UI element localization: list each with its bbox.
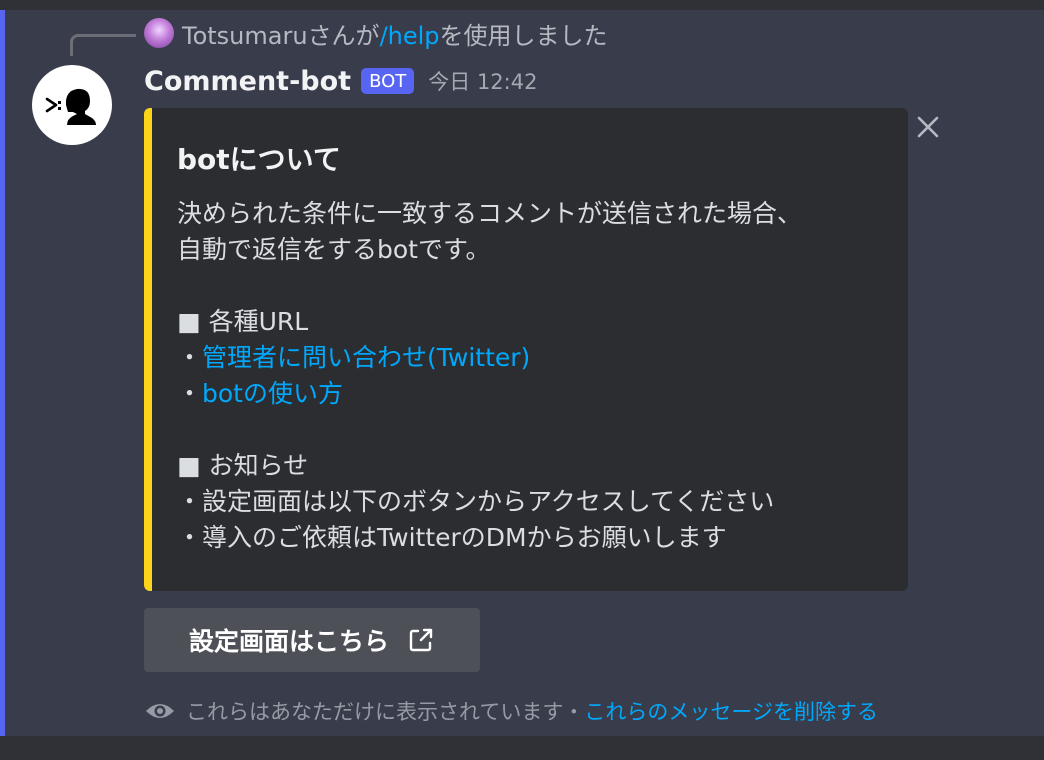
usage-guide-link[interactable]: botの使い方 [202, 379, 343, 408]
urls-header: ■ 各種URL [177, 307, 309, 336]
top-divider [0, 0, 1044, 10]
eye-icon [146, 704, 174, 718]
speaking-head-icon [45, 88, 96, 125]
notice-line: ・導入のご依頼はTwitterのDMからお願いします [177, 523, 727, 552]
reply-user-avatar[interactable] [144, 18, 174, 48]
reply-text-after: を使用しました [439, 21, 608, 50]
ephemeral-text: これらはあなただけに表示されています・ [186, 700, 585, 724]
ephemeral-notice: これらはあなただけに表示されています・これらのメッセージを削除する [144, 696, 878, 726]
reply-text-before: さんが [307, 21, 380, 50]
description-line: 決められた条件に一致するコメントが送信された場合、 [177, 199, 803, 228]
bullet: ・ [177, 343, 203, 372]
link-line-contact: ・管理者に問い合わせ(Twitter) [177, 340, 893, 376]
settings-link-button[interactable]: 設定画面はこちら [144, 608, 480, 672]
embed: botについて 決められた条件に一致するコメントが送信された場合、 自動で返信を… [144, 108, 908, 591]
bullet: ・ [177, 379, 203, 408]
settings-button-label: 設定画面はこちら [188, 627, 389, 656]
bot-tag: BOT [361, 68, 415, 94]
embed-title: botについて [177, 143, 341, 176]
contact-admin-link[interactable]: 管理者に問い合わせ(Twitter) [202, 343, 530, 372]
message-header: Comment-bot BOT 今日 12:42 [144, 62, 537, 100]
bot-avatar[interactable] [32, 65, 112, 145]
external-link-icon [409, 628, 433, 652]
description-line: 自動で返信をするbotです。 [177, 235, 491, 264]
close-icon[interactable] [913, 112, 943, 142]
embed-accent-bar [144, 108, 152, 591]
notice-line: ・設定画面は以下のボタンからアクセスしてください [177, 487, 775, 516]
reply-username[interactable]: Totsumaru [182, 22, 308, 50]
embed-description: 決められた条件に一致するコメントが送信された場合、 自動で返信をするbotです。… [177, 196, 893, 556]
reply-context[interactable]: Totsumaruさんが/helpを使用しました [144, 16, 608, 50]
reply-command[interactable]: /help [380, 22, 440, 50]
link-line-usage: ・botの使い方 [177, 376, 893, 412]
bottom-divider [0, 736, 1044, 760]
message-highlight-bar [0, 10, 5, 736]
dismiss-messages-link[interactable]: これらのメッセージを削除する [584, 700, 878, 724]
message-timestamp[interactable]: 今日 12:42 [428, 66, 537, 96]
bot-username[interactable]: Comment-bot [144, 66, 351, 97]
notice-header: ■ お知らせ [177, 451, 309, 480]
ephemeral-message: Totsumaruさんが/helpを使用しました Comment-bot BOT… [0, 10, 1044, 736]
reply-spine [70, 34, 136, 56]
